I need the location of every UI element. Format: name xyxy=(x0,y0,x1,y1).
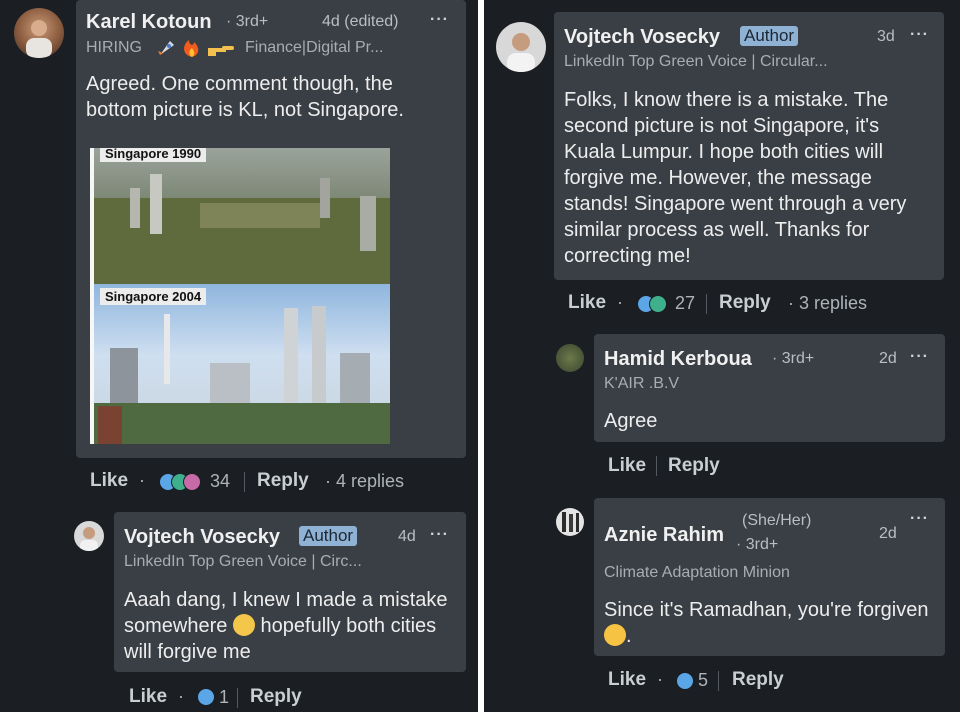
profile-photo-icon xyxy=(507,33,535,72)
action-divider xyxy=(706,294,707,314)
like-button[interactable]: Like xyxy=(608,669,646,691)
left-comment-thread: Karel Kotoun · 3rd+ 4d (edited) ··· HIRI… xyxy=(0,0,478,712)
karel-kotoun-avatar[interactable] xyxy=(14,8,64,58)
action-divider xyxy=(237,688,238,708)
reaction-count[interactable]: 5 xyxy=(698,670,708,691)
reaction-count[interactable]: 1 xyxy=(219,687,229,708)
comment-text: Agree xyxy=(604,410,658,432)
love-reaction-icon[interactable] xyxy=(183,473,201,491)
connection-degree: · 3rd+ xyxy=(736,536,779,553)
profile-photo-icon xyxy=(80,527,98,551)
separator-dot: · xyxy=(657,669,663,689)
comment-timestamp: 4d (edited) xyxy=(322,13,399,30)
like-reaction-icon[interactable] xyxy=(197,688,215,706)
comment-timestamp: 2d xyxy=(879,525,897,542)
replies-count-link[interactable]: · 3 replies xyxy=(788,293,867,314)
more-options-icon[interactable]: ··· xyxy=(910,348,929,366)
aznie-rahim-avatar[interactable] xyxy=(556,508,584,536)
author-headline: LinkedIn Top Green Voice | Circ... xyxy=(124,553,362,570)
action-divider xyxy=(244,472,245,492)
like-button[interactable]: Like xyxy=(90,470,128,492)
author-badge: Author xyxy=(299,526,358,546)
author-headline: K'AIR .B.V xyxy=(604,375,680,392)
more-options-icon[interactable]: ··· xyxy=(910,510,929,528)
more-options-icon[interactable]: ··· xyxy=(430,526,449,544)
like-button[interactable]: Like xyxy=(608,455,646,477)
action-divider xyxy=(718,671,719,691)
vojtech-vosecky-avatar[interactable] xyxy=(74,521,104,551)
comment-author-name[interactable]: Karel Kotoun xyxy=(86,11,212,34)
more-options-icon[interactable]: ··· xyxy=(430,11,449,29)
reply-button[interactable]: Reply xyxy=(668,455,720,477)
separator-dot: · xyxy=(178,686,184,706)
comment-author-name[interactable]: Hamid Kerboua xyxy=(604,348,752,371)
author-headline-hiring: HIRING xyxy=(86,39,142,56)
reply-button[interactable]: Reply xyxy=(257,470,309,492)
comment-timestamp: 3d xyxy=(877,28,895,45)
image-label-2004: Singapore 2004 xyxy=(100,288,207,305)
connection-degree: · 3rd+ xyxy=(772,350,815,367)
hamid-kerboua-avatar[interactable] xyxy=(556,344,584,372)
author-pronouns: (She/Her) xyxy=(742,512,812,529)
comment-text: Folks, I know there is a mistake. The se… xyxy=(564,89,907,267)
author-badge: Author xyxy=(740,26,799,46)
like-button[interactable]: Like xyxy=(568,292,606,314)
comment-timestamp: 2d xyxy=(879,350,897,367)
downcast-sweat-emoji-icon xyxy=(232,614,255,636)
comment-text: Agreed. One comment though, the bottom p… xyxy=(86,73,404,121)
reply-button[interactable]: Reply xyxy=(719,292,771,314)
separator-dot: · xyxy=(139,470,145,490)
reaction-count[interactable]: 27 xyxy=(675,293,695,314)
comment-text: Since it's Ramadhan, you're forgiven . xyxy=(604,597,934,649)
connection-degree: · 3rd+ xyxy=(226,13,269,30)
like-reaction-icon[interactable] xyxy=(676,672,694,690)
comment-attached-image[interactable]: Singapore 1990 Singapore 2004 xyxy=(90,148,390,444)
rocket-fire-pointing-emoji-icon xyxy=(156,37,238,64)
comment-text-part: . xyxy=(626,625,632,647)
more-options-icon[interactable]: ··· xyxy=(910,26,929,44)
separator-dot: · xyxy=(617,292,623,312)
comment-author-name[interactable]: Vojtech Vosecky xyxy=(124,526,280,549)
grinning-face-emoji-icon xyxy=(604,624,626,646)
profile-photo-icon xyxy=(26,20,52,58)
author-headline: Climate Adaptation Minion xyxy=(604,564,790,581)
replies-count-link[interactable]: · 4 replies xyxy=(325,471,404,492)
reply-button[interactable]: Reply xyxy=(250,686,302,708)
comment-text: Aaah dang, I knew I made a mistake somew… xyxy=(124,587,460,665)
comment-timestamp: 4d xyxy=(398,528,416,545)
right-comment-thread: Vojtech Vosecky Author 3d ··· LinkedIn T… xyxy=(484,0,960,712)
author-headline: Finance|Digital Pr... xyxy=(245,39,384,56)
comment-author-name[interactable]: Vojtech Vosecky xyxy=(564,26,720,49)
comment-author-name[interactable]: Aznie Rahim xyxy=(604,524,724,547)
like-button[interactable]: Like xyxy=(129,686,167,708)
reply-button[interactable]: Reply xyxy=(732,669,784,691)
reaction-count[interactable]: 34 xyxy=(210,471,230,492)
image-label-1990: Singapore 1990 xyxy=(100,148,207,162)
action-divider xyxy=(656,456,657,476)
author-headline: LinkedIn Top Green Voice | Circular... xyxy=(564,53,828,70)
vojtech-vosecky-avatar[interactable] xyxy=(496,22,546,72)
profile-photo-icon xyxy=(562,512,579,532)
celebrate-reaction-icon[interactable] xyxy=(649,295,667,313)
comment-text-part: Since it's Ramadhan, you're forgiven xyxy=(604,599,929,621)
